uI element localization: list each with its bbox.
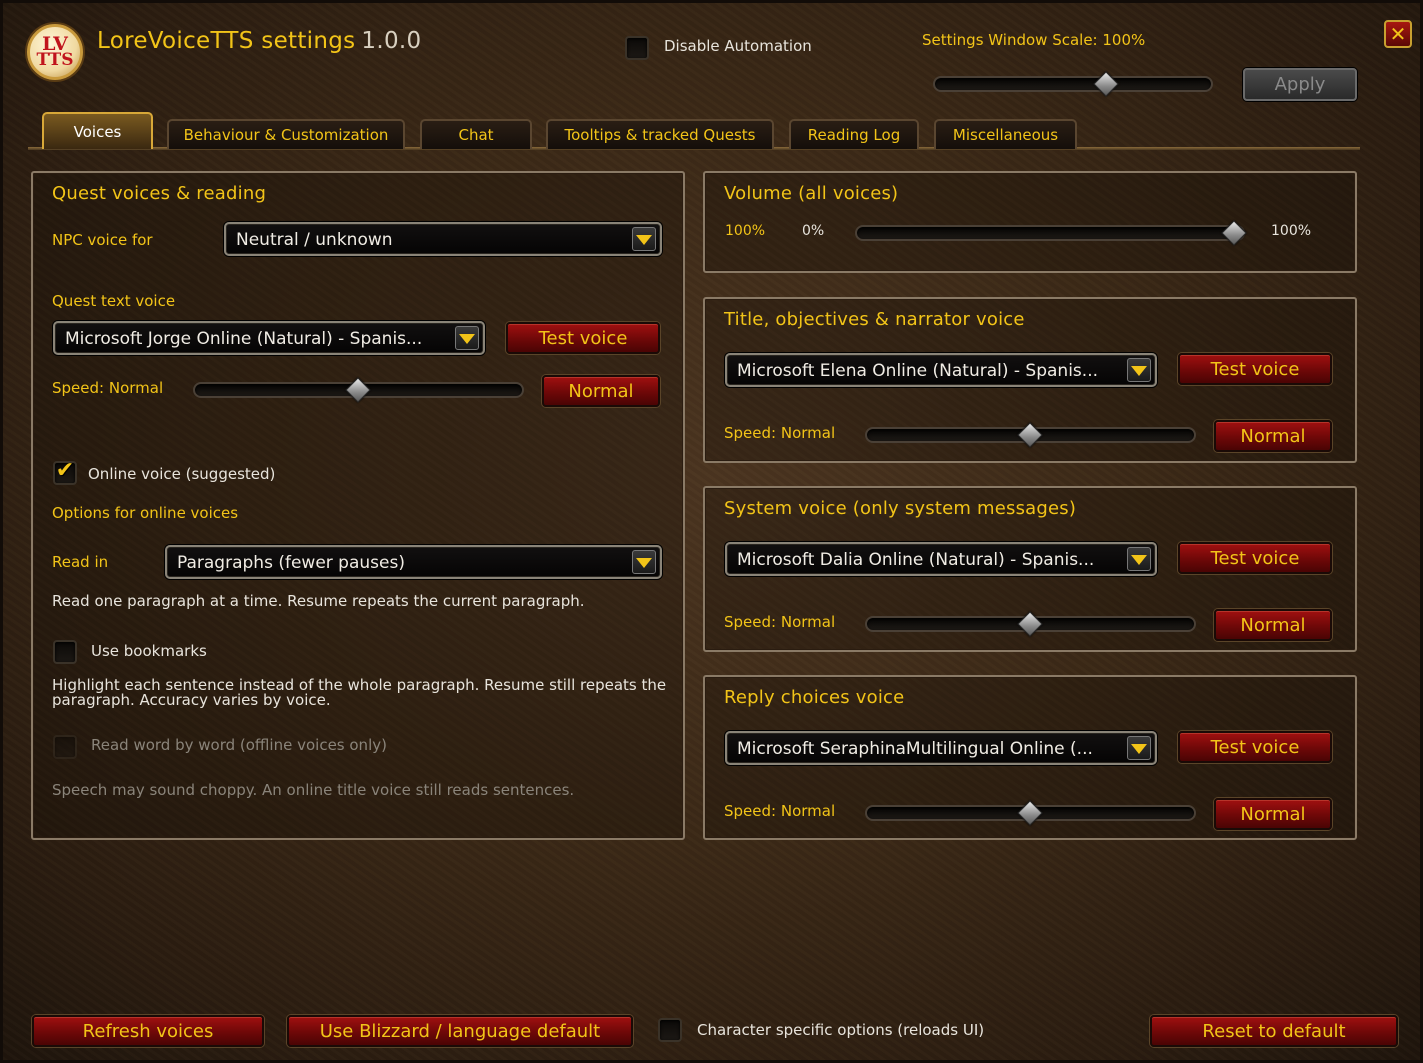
npc-voice-dropdown[interactable]: Neutral / unknown: [224, 222, 662, 256]
quest-text-voice-value: Microsoft Jorge Online (Natural) - Spani…: [65, 329, 423, 349]
close-icon: ✕: [1389, 22, 1407, 46]
reply-voice-value: Microsoft SeraphinaMultilingual Online (…: [737, 739, 1093, 759]
window-title: LoreVoiceTTS settings 1.0.0: [97, 28, 421, 54]
title-text: LoreVoiceTTS settings: [97, 28, 356, 54]
window-scale-slider[interactable]: [933, 76, 1213, 92]
narrator-voice-value: Microsoft Elena Online (Natural) - Spani…: [737, 361, 1099, 381]
reply-test-voice-button[interactable]: Test voice: [1178, 731, 1332, 763]
system-speed-normal-button[interactable]: Normal: [1214, 609, 1332, 641]
quest-speed-normal-button[interactable]: Normal: [542, 375, 660, 407]
character-specific-checkbox[interactable]: [658, 1018, 682, 1042]
system-voice-dropdown[interactable]: Microsoft Dalia Online (Natural) - Spani…: [725, 542, 1157, 576]
volume-panel-title: Volume (all voices): [724, 183, 899, 204]
read-in-description: Read one paragraph at a time. Resume rep…: [52, 592, 585, 610]
system-panel-title: System voice (only system messages): [724, 498, 1077, 519]
tab-chat[interactable]: Chat: [420, 119, 532, 149]
quest-text-voice-dropdown[interactable]: Microsoft Jorge Online (Natural) - Spani…: [53, 321, 485, 355]
word-by-word-label: Read word by word (offline voices only): [91, 736, 387, 754]
volume-current-value: 100%: [725, 223, 766, 239]
chevron-down-icon[interactable]: [632, 227, 656, 251]
chevron-down-icon[interactable]: [1127, 547, 1151, 571]
logo-text-bottom: TTS: [36, 49, 74, 70]
quest-test-voice-button[interactable]: Test voice: [506, 322, 660, 354]
chevron-down-icon[interactable]: [455, 326, 479, 350]
reply-speed-label: Speed: Normal: [724, 802, 836, 820]
narrator-panel-title: Title, objectives & narrator voice: [724, 309, 1025, 330]
volume-max-label: 100%: [1271, 223, 1312, 239]
online-voice-label: Online voice (suggested): [88, 465, 276, 483]
word-by-word-checkbox[interactable]: [53, 735, 77, 759]
volume-slider[interactable]: [855, 225, 1245, 241]
system-test-voice-button[interactable]: Test voice: [1178, 542, 1332, 574]
read-in-dropdown[interactable]: Paragraphs (fewer pauses): [165, 545, 662, 579]
reply-voice-dropdown[interactable]: Microsoft SeraphinaMultilingual Online (…: [725, 731, 1157, 765]
chevron-down-icon[interactable]: [632, 550, 656, 574]
quest-panel-title: Quest voices & reading: [52, 183, 267, 204]
tab-voices[interactable]: Voices: [42, 112, 153, 149]
blizzard-language-default-button[interactable]: Use Blizzard / language default: [287, 1015, 633, 1047]
volume-min-label: 0%: [802, 223, 825, 239]
chevron-down-icon[interactable]: [1127, 358, 1151, 382]
quest-text-voice-label: Quest text voice: [52, 292, 176, 310]
system-voice-value: Microsoft Dalia Online (Natural) - Spani…: [737, 550, 1095, 570]
word-by-word-description: Speech may sound choppy. An online title…: [52, 781, 575, 799]
read-in-value: Paragraphs (fewer pauses): [177, 553, 405, 573]
narrator-test-voice-button[interactable]: Test voice: [1178, 353, 1332, 385]
close-button[interactable]: ✕: [1384, 20, 1412, 48]
apply-button[interactable]: Apply: [1243, 68, 1357, 101]
narrator-speed-label: Speed: Normal: [724, 424, 836, 442]
disable-automation-label: Disable Automation: [664, 37, 812, 55]
addon-logo: LV TTS: [27, 24, 83, 80]
read-in-label: Read in: [52, 553, 109, 571]
options-online-voices-label: Options for online voices: [52, 504, 239, 522]
window-scale-label: Settings Window Scale: 100%: [922, 31, 1146, 49]
use-bookmarks-label: Use bookmarks: [91, 642, 207, 660]
npc-voice-value: Neutral / unknown: [236, 230, 393, 250]
narrator-speed-normal-button[interactable]: Normal: [1214, 420, 1332, 452]
online-voice-checkbox[interactable]: ✔: [53, 458, 77, 485]
bookmarks-description-line-2: paragraph. Accuracy varies by voice.: [52, 691, 331, 709]
chevron-down-icon[interactable]: [1127, 736, 1151, 760]
reply-panel-title: Reply choices voice: [724, 687, 905, 708]
reply-speed-normal-button[interactable]: Normal: [1214, 798, 1332, 830]
npc-voice-label: NPC voice for: [52, 231, 153, 249]
system-speed-label: Speed: Normal: [724, 613, 836, 631]
use-bookmarks-checkbox[interactable]: [53, 640, 77, 664]
refresh-voices-button[interactable]: Refresh voices: [32, 1015, 264, 1047]
disable-automation-checkbox[interactable]: [625, 36, 649, 60]
settings-window: LV TTS LoreVoiceTTS settings 1.0.0 Disabl…: [0, 0, 1423, 1063]
narrator-voice-dropdown[interactable]: Microsoft Elena Online (Natural) - Spani…: [725, 353, 1157, 387]
tab-reading-log[interactable]: Reading Log: [789, 119, 919, 149]
tab-miscellaneous[interactable]: Miscellaneous: [934, 119, 1077, 149]
checkmark-icon: ✔: [55, 458, 75, 483]
version-text: 1.0.0: [361, 28, 422, 54]
reset-to-default-button[interactable]: Reset to default: [1150, 1015, 1398, 1047]
tab-behaviour-customization[interactable]: Behaviour & Customization: [167, 119, 405, 149]
quest-speed-label: Speed: Normal: [52, 379, 164, 397]
character-specific-label: Character specific options (reloads UI): [697, 1021, 985, 1039]
tab-tooltips-tracked-quests[interactable]: Tooltips & tracked Quests: [546, 119, 774, 149]
